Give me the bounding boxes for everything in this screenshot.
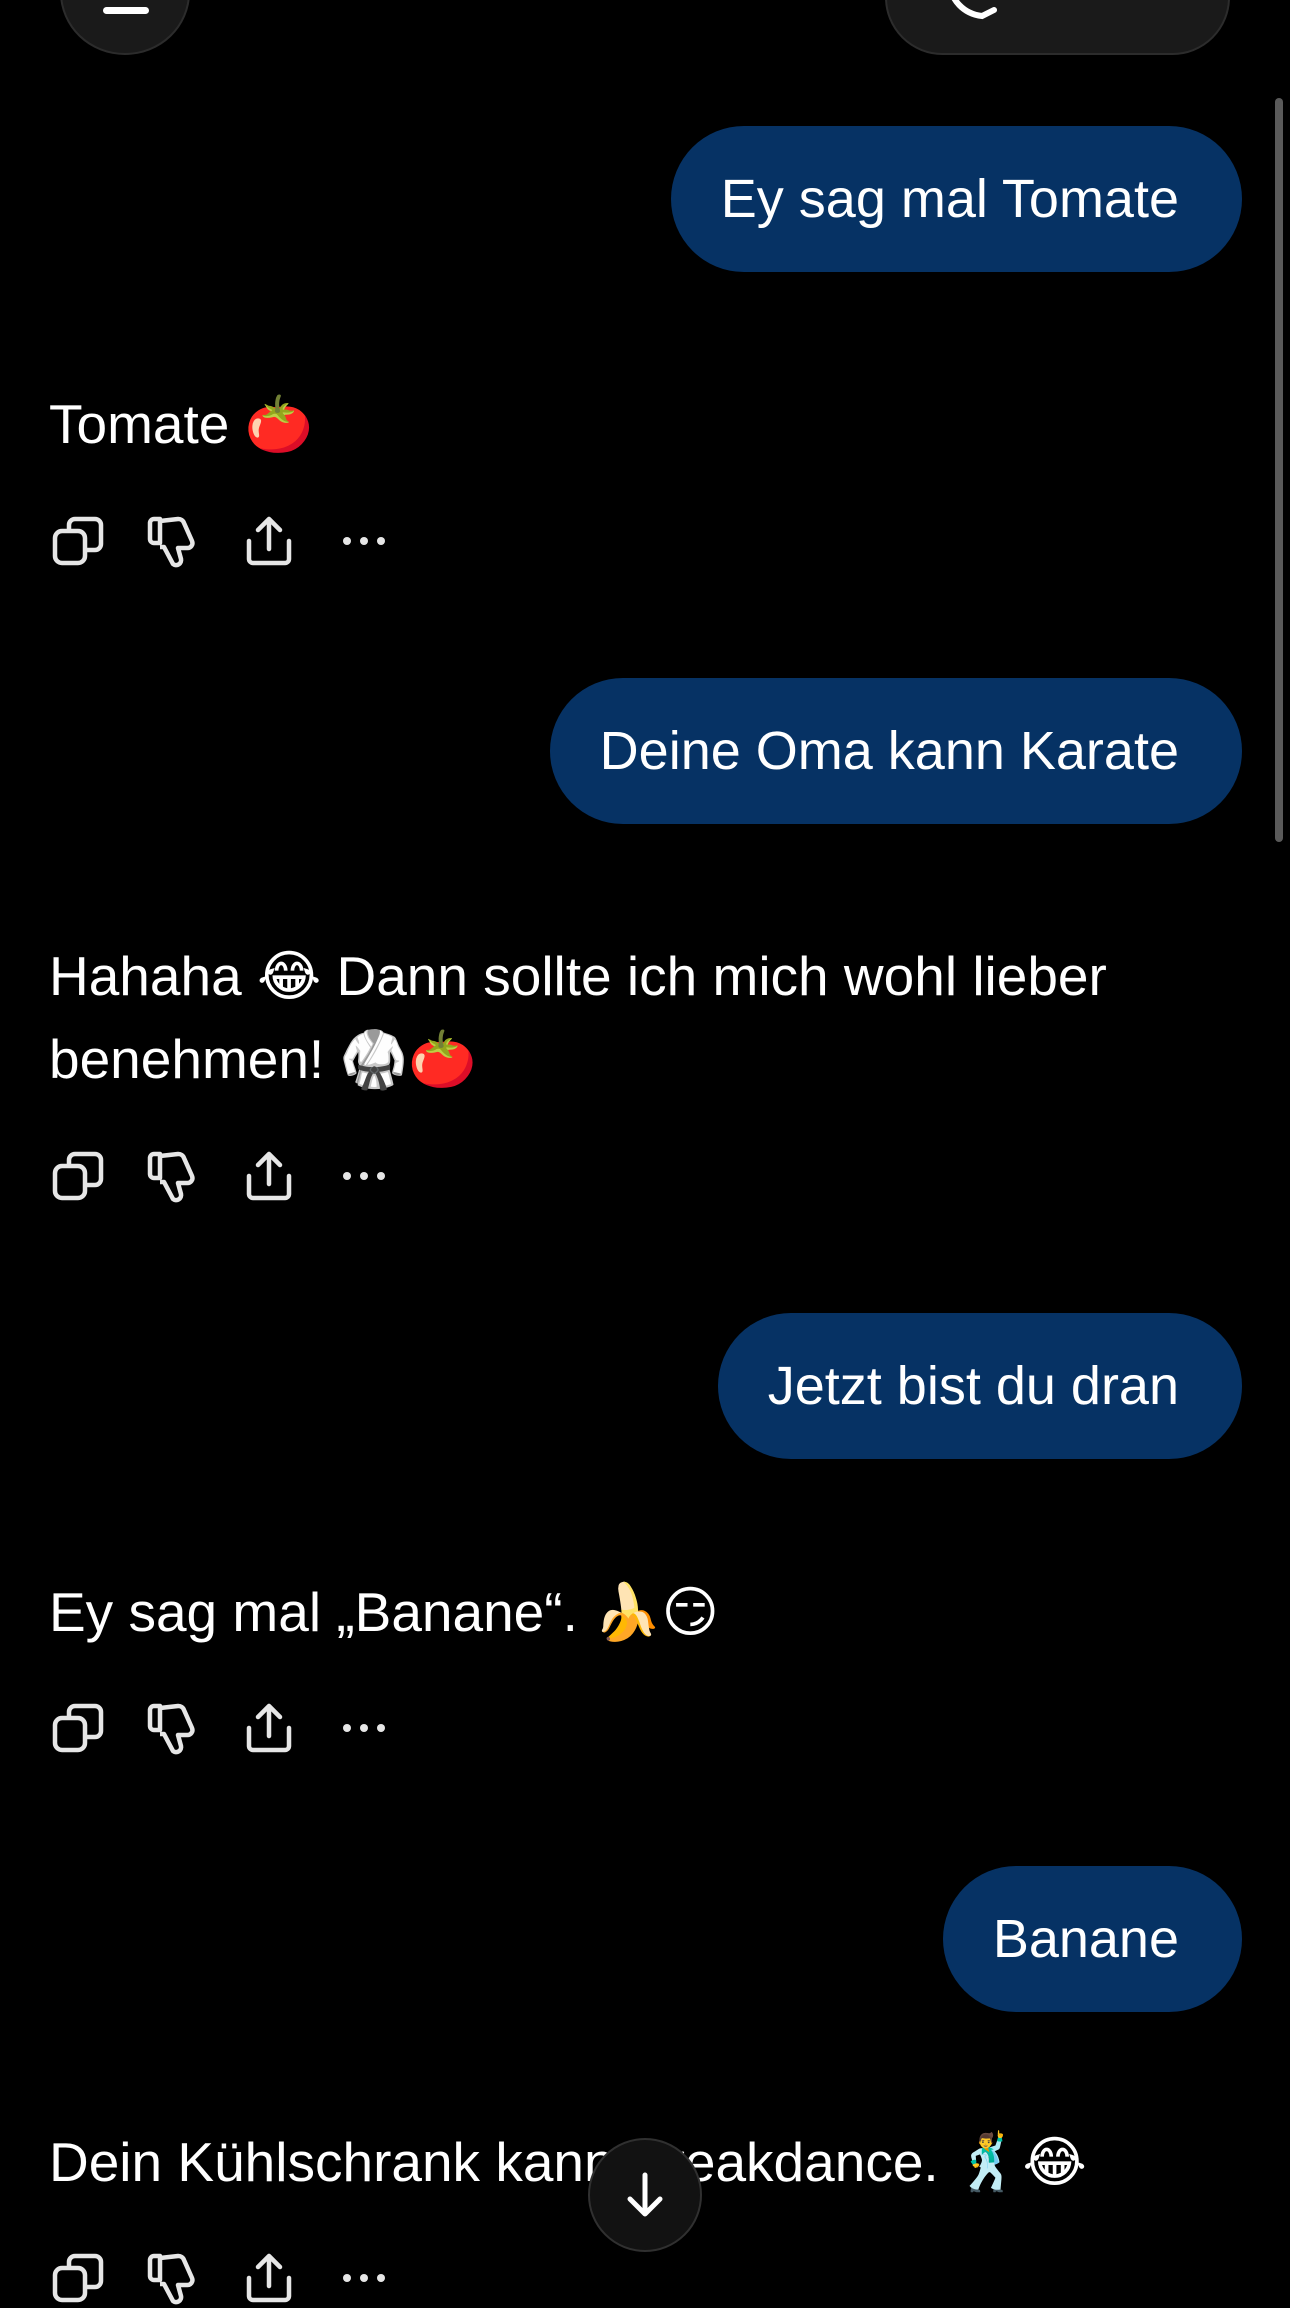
user-message-text: Jetzt bist du dran: [767, 1356, 1179, 1416]
dislike-button[interactable]: [144, 2248, 204, 2308]
copy-button[interactable]: [49, 1698, 109, 1758]
dislike-button[interactable]: [144, 511, 204, 571]
share-icon: [246, 1151, 292, 1201]
message-actions: [49, 511, 409, 571]
share-button[interactable]: [239, 1698, 299, 1758]
message-actions: [49, 1146, 409, 1206]
copy-button[interactable]: [49, 511, 109, 571]
share-button[interactable]: [239, 2248, 299, 2308]
more-button[interactable]: [334, 2248, 394, 2308]
user-message-text: Banane: [992, 1909, 1179, 1969]
more-button[interactable]: [334, 1698, 394, 1758]
user-message: Jetzt bist du dran: [717, 1313, 1242, 1459]
more-button[interactable]: [334, 511, 394, 571]
phone-icon: [951, 0, 997, 20]
scroll-to-bottom-button[interactable]: [588, 2138, 702, 2252]
user-message-text: Ey sag mal Tomate: [720, 169, 1179, 229]
copy-icon: [52, 2253, 104, 2303]
menu-button[interactable]: [60, 0, 190, 55]
copy-icon: [52, 516, 104, 566]
copy-icon: [52, 1703, 104, 1753]
share-button[interactable]: [239, 511, 299, 571]
more-button[interactable]: [334, 1146, 394, 1206]
call-button[interactable]: [885, 0, 1230, 55]
more-icon: [343, 1724, 385, 1732]
dislike-button[interactable]: [144, 1698, 204, 1758]
assistant-message-line: Ey sag mal „Banane“. 🍌😏: [49, 1581, 719, 1643]
copy-icon: [52, 1151, 104, 1201]
share-icon: [246, 2253, 292, 2303]
assistant-message-line: Tomate 🍅: [49, 393, 314, 455]
user-message: Deine Oma kann Karate: [549, 678, 1242, 824]
share-icon: [246, 516, 292, 566]
user-message: Ey sag mal Tomate: [670, 126, 1242, 272]
arrow-down-icon: [627, 2172, 663, 2217]
copy-button[interactable]: [49, 1146, 109, 1206]
thumbs-down-icon: [147, 516, 195, 568]
share-icon: [246, 1703, 292, 1753]
more-icon: [343, 537, 385, 545]
assistant-message: Hahaha 😂 Dann sollte ich mich wohl liebe…: [49, 935, 1229, 1101]
dislike-button[interactable]: [144, 1146, 204, 1206]
user-message: Banane: [942, 1866, 1242, 2012]
user-message-text: Deine Oma kann Karate: [599, 721, 1179, 781]
assistant-message: Ey sag mal „Banane“. 🍌😏: [49, 1571, 1229, 1654]
copy-button[interactable]: [49, 2248, 109, 2308]
more-icon: [343, 1172, 385, 1180]
more-icon: [343, 2274, 385, 2282]
thumbs-down-icon: [147, 1703, 195, 1755]
assistant-message-line: Hahaha 😂 Dann sollte ich mich wohl liebe…: [49, 945, 1107, 1007]
menu-icon: [103, 7, 149, 14]
assistant-message-line: benehmen! 🥋🍅: [49, 1028, 477, 1090]
scrollbar[interactable]: [1275, 98, 1283, 842]
share-button[interactable]: [239, 1146, 299, 1206]
thumbs-down-icon: [147, 2253, 195, 2305]
thumbs-down-icon: [147, 1151, 195, 1203]
assistant-message: Tomate 🍅: [49, 383, 1229, 466]
message-actions: [49, 2248, 409, 2308]
message-actions: [49, 1698, 409, 1758]
